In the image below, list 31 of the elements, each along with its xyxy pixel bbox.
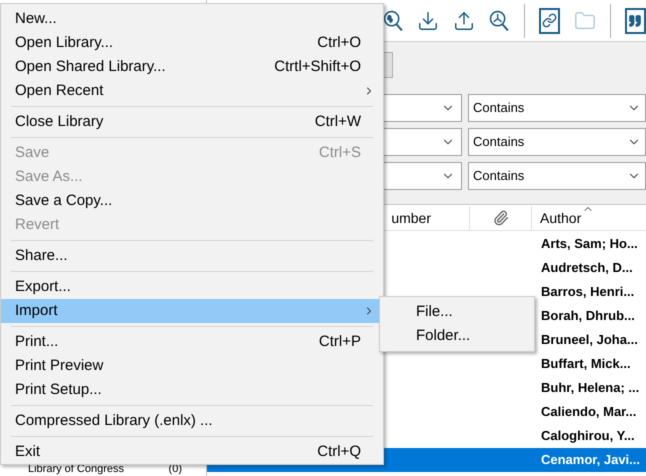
quote-button[interactable] (624, 8, 646, 34)
author-cell-text: Cenamor, Javi... (541, 451, 640, 470)
author-cell-text: Buhr, Helena; ... (541, 379, 640, 398)
menu-item[interactable]: File... (380, 300, 534, 324)
author-cell-text: Audretsch, D... (541, 259, 633, 278)
menu-item[interactable]: Save a Copy... (1, 189, 383, 213)
menu-item[interactable]: Open Shared Library... Ctrtl+Shift+O (1, 55, 383, 79)
menu-item[interactable]: New... (1, 7, 383, 31)
author-cell-text: Barros, Henri... (541, 283, 634, 302)
author-cell-text: Arts, Sam; Ho... (541, 235, 638, 254)
operator-dropdown[interactable]: Contains (468, 128, 646, 156)
menu-item[interactable]: Print Preview (1, 354, 383, 378)
menu-item[interactable]: Open Library... Ctrl+O (1, 31, 383, 55)
menu-item[interactable]: Print... Ctrl+P (1, 330, 383, 354)
column-header[interactable]: Author (532, 206, 646, 230)
paperclip-icon (492, 210, 508, 226)
menu-item[interactable]: Compressed Library (.enlx) ... (1, 409, 383, 433)
author-cell-text: Buffart, Mick... (541, 355, 631, 374)
menu-item[interactable]: Print Setup... (1, 378, 383, 402)
quote-icon (628, 14, 642, 28)
link-icon (542, 13, 557, 28)
link-button[interactable] (538, 8, 560, 34)
menu-item[interactable]: Export... (1, 275, 383, 299)
author-cell-text: Caloghirou, Y... (541, 427, 635, 446)
operator-dropdown[interactable]: Contains (468, 94, 646, 122)
menu-item[interactable]: Close Library Ctrl+W (1, 110, 383, 134)
menu-item[interactable]: Open Recent (1, 79, 383, 103)
menu-item[interactable]: Share... (1, 244, 383, 268)
author-cell-text: Caliendo, Mar... (541, 403, 636, 422)
operator-dropdown[interactable]: Contains (468, 162, 646, 190)
menu-item[interactable]: Folder... (380, 324, 534, 348)
